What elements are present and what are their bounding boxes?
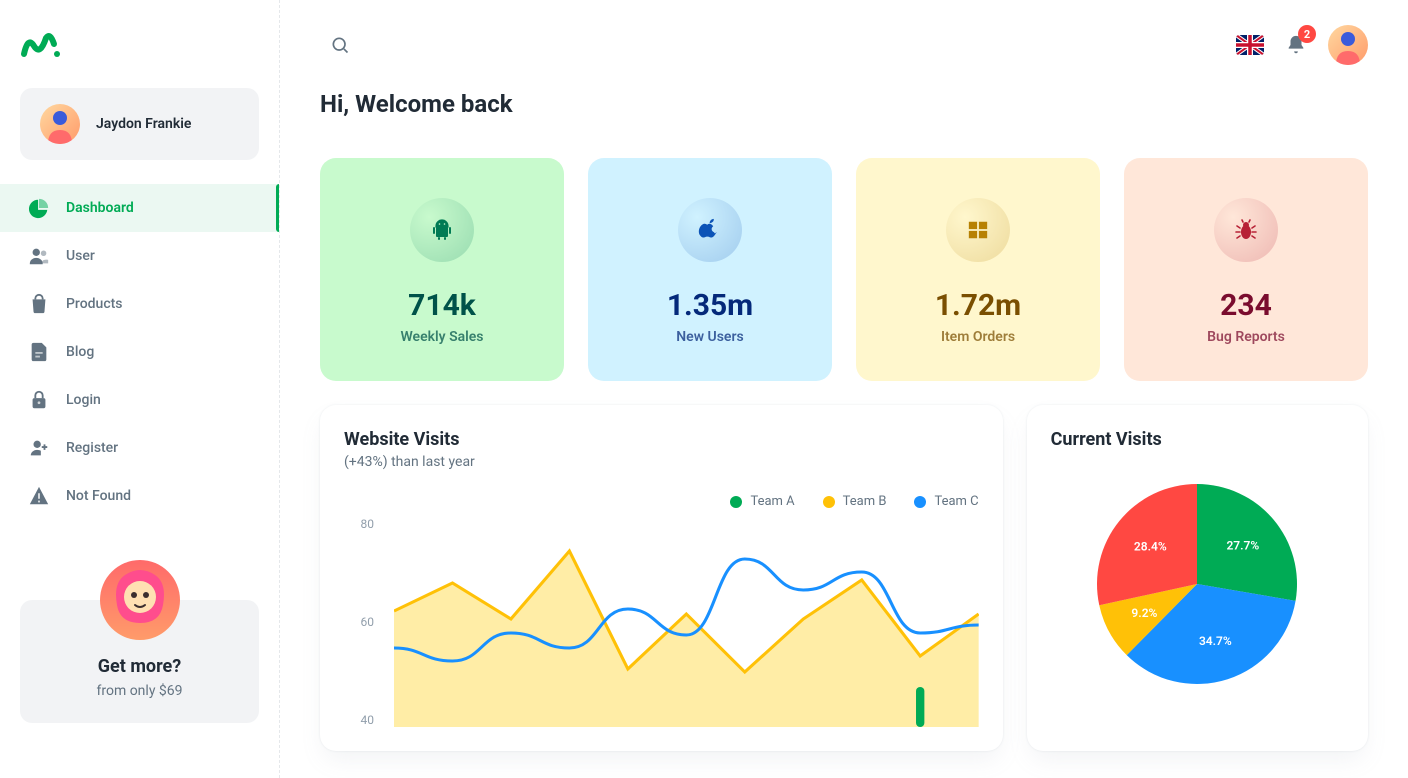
sidebar-nav: Dashboard User Products Blog Login Regis… [0,184,279,520]
legend-item-team-a[interactable]: Team A [730,494,794,509]
stats-row: 714k Weekly Sales 1.35m New Users 1.72m … [320,158,1368,381]
bug-icon [1214,198,1278,262]
account-avatar-button[interactable] [1328,25,1368,65]
sidebar-item-dashboard[interactable]: Dashboard [0,184,279,232]
legend-dot-icon [914,496,926,508]
stat-label: Item Orders [872,329,1084,345]
language-button[interactable] [1236,35,1264,55]
legend-dot-icon [823,496,835,508]
stat-card-bug-reports: 234 Bug Reports [1124,158,1368,381]
sidebar-item-not-found[interactable]: Not Found [0,472,279,520]
legend-label: Team B [843,494,887,509]
sidebar-user-card[interactable]: Jaydon Frankie [20,88,259,160]
windows-icon [946,198,1010,262]
nav-label: User [66,248,95,264]
card-title: Current Visits [1051,429,1344,450]
search-button[interactable] [320,25,360,65]
sidebar-item-register[interactable]: Register [0,424,279,472]
nav-label: Register [66,440,118,456]
nav-label: Not Found [66,488,131,504]
promo-title: Get more? [40,656,239,677]
legend-dot-icon [730,496,742,508]
website-visits-card: Website Visits (+43%) than last year Tea… [320,405,1003,751]
promo-avatar [100,560,180,640]
notifications-button[interactable]: 2 [1276,25,1316,65]
sidebar-item-user[interactable]: User [0,232,279,280]
sidebar-item-login[interactable]: Login [0,376,279,424]
stat-value: 714k [336,286,548,325]
chart-legend: Team A Team B Team C [344,494,979,509]
stat-label: Weekly Sales [336,329,548,345]
promo-panel: Get more? from only $69 [0,560,279,723]
sidebar-item-products[interactable]: Products [0,280,279,328]
sidebar-item-blog[interactable]: Blog [0,328,279,376]
stat-card-new-users: 1.35m New Users [588,158,832,381]
stat-label: New Users [604,329,816,345]
svg-text:28.4%: 28.4% [1134,540,1167,554]
current-visits-card: Current Visits 27.7% 34.7% 9.2% 28.4% [1027,405,1368,751]
lock-icon [28,389,50,411]
notification-badge: 2 [1298,25,1316,43]
card-subtitle: (+43%) than last year [344,454,979,470]
stat-value: 234 [1140,286,1352,325]
nav-label: Dashboard [66,200,134,216]
android-icon [410,198,474,262]
stat-card-item-orders: 1.72m Item Orders [856,158,1100,381]
stat-value: 1.35m [604,286,816,325]
shopping-bag-icon [28,293,50,315]
pie-chart-icon [28,197,50,219]
sidebar: Jaydon Frankie Dashboard User Products B… [0,0,280,778]
nav-label: Products [66,296,123,312]
current-visits-chart: 27.7% 34.7% 9.2% 28.4% [1051,474,1344,694]
user-add-icon [28,437,50,459]
svg-text:34.7%: 34.7% [1199,634,1232,648]
page-title: Hi, Welcome back [320,90,1368,118]
website-visits-chart: 80 60 40 [344,517,979,727]
card-title: Website Visits [344,429,979,450]
legend-item-team-c[interactable]: Team C [914,494,978,509]
apple-icon [678,198,742,262]
promo-subtitle: from only $69 [40,683,239,699]
nav-label: Blog [66,344,94,360]
stat-value: 1.72m [872,286,1084,325]
svg-text:9.2%: 9.2% [1132,606,1158,620]
users-icon [28,245,50,267]
stat-card-weekly-sales: 714k Weekly Sales [320,158,564,381]
axis-tick: 60 [344,615,374,629]
legend-label: Team A [750,494,794,509]
topbar: 2 [280,0,1408,90]
legend-label: Team C [934,494,978,509]
axis-tick: 80 [344,517,374,531]
sidebar-user-name: Jaydon Frankie [96,116,191,132]
legend-item-team-b[interactable]: Team B [823,494,887,509]
avatar [40,104,80,144]
axis-tick: 40 [344,713,374,727]
y-axis-labels: 80 60 40 [344,517,384,727]
document-icon [28,341,50,363]
svg-text:27.7%: 27.7% [1227,538,1260,552]
nav-label: Login [66,392,101,408]
alert-icon [28,485,50,507]
app-logo[interactable] [0,24,279,88]
main: 2 Hi, Welcome back 714k Weekly Sales 1.3… [280,0,1408,778]
stat-label: Bug Reports [1140,329,1352,345]
